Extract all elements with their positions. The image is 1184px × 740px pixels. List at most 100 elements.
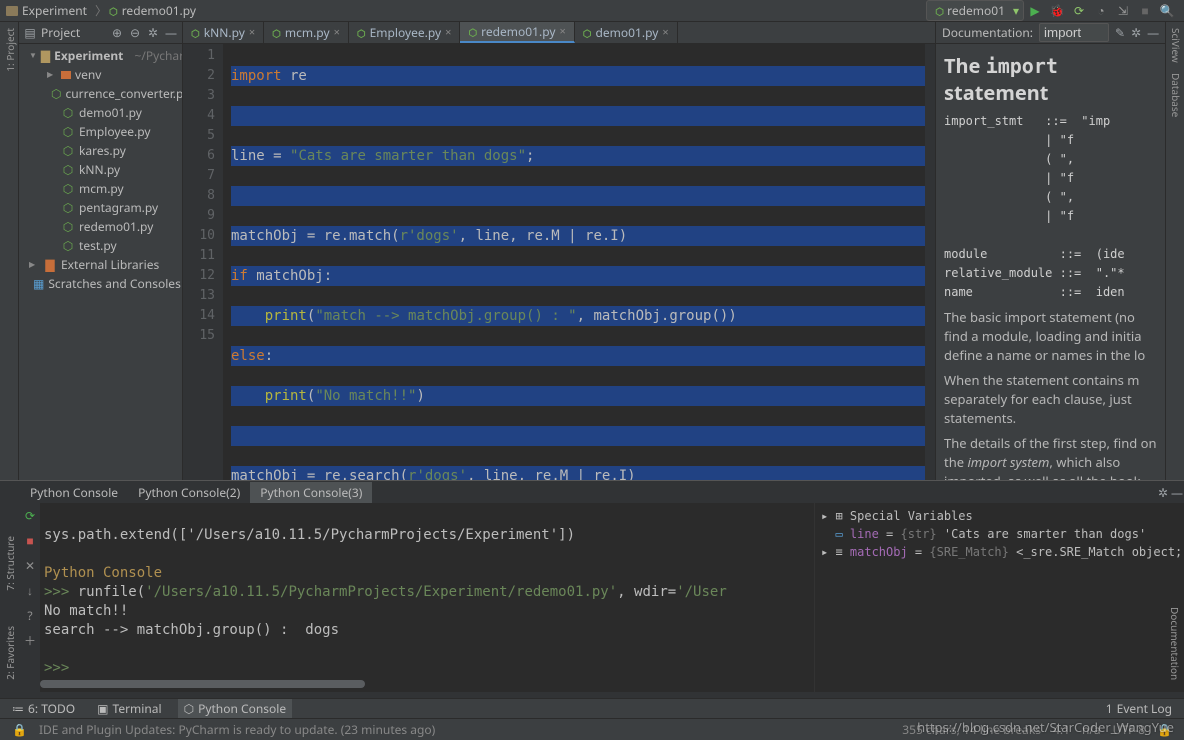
down-icon[interactable]: ↓ (27, 582, 33, 599)
tree-file[interactable]: ⬡test.py (19, 236, 182, 255)
project-tool[interactable]: 1: Project (3, 28, 17, 72)
expand-all-icon[interactable]: ⊕ (110, 24, 124, 41)
tree-file[interactable]: ⬡demo01.py (19, 103, 182, 122)
python-console-tool[interactable]: ⬡Python Console (178, 699, 293, 718)
settings-icon[interactable]: ✲ (146, 24, 160, 41)
tab-employee[interactable]: ⬡Employee.py× (349, 22, 461, 43)
event-log-tool[interactable]: 1Event Log (1100, 699, 1178, 718)
edit-icon[interactable]: ✎ (1115, 24, 1125, 41)
status-encoding[interactable]: UTF-8 (1113, 721, 1145, 738)
tree-item-label: pentagram.py (79, 199, 158, 216)
tree-file[interactable]: ⬡currence_converter.py (19, 84, 182, 103)
bottom-tool-strip: ≔6: TODO ▣Terminal ⬡Python Console 1Even… (0, 698, 1184, 718)
gear-icon[interactable]: ✲ (1156, 484, 1170, 501)
console-tab[interactable]: Python Console(2) (128, 482, 250, 503)
python-icon: ⬡ (272, 26, 281, 40)
code-token: matchObj = re.match( (231, 228, 400, 244)
documentation-tool[interactable]: Documentation (1168, 607, 1182, 680)
breadcrumb-file[interactable]: ⬡ redemo01.py (109, 2, 196, 19)
tab-mcm[interactable]: ⬡mcm.py× (264, 22, 349, 43)
tree-item-label: demo01.py (79, 104, 142, 121)
close-icon[interactable]: × (560, 24, 566, 39)
help-icon[interactable]: ? (27, 607, 32, 624)
tree-file[interactable]: ⬡pentagram.py (19, 198, 182, 217)
console-output[interactable]: sys.path.extend(['/Users/a10.11.5/Pychar… (40, 503, 814, 692)
console-tab[interactable]: Python Console (20, 482, 128, 503)
close-icon[interactable]: × (249, 25, 255, 40)
code-token: r'dogs' (400, 228, 459, 244)
tree-scratches[interactable]: ▦Scratches and Consoles (19, 274, 182, 293)
variables-pane[interactable]: ▸ ⊞ Special Variables ▭ line = {str} 'Ca… (814, 503, 1184, 692)
coverage-icon[interactable]: ⟳ (1071, 3, 1087, 19)
var-row[interactable]: ▭ line = {str} 'Cats are smarter than do… (821, 525, 1178, 543)
doc-title: The import statement (944, 52, 1157, 106)
scrollbar-track[interactable] (40, 680, 814, 690)
console-prompt[interactable]: >>> (44, 660, 78, 676)
close-icon[interactable]: ✕ (25, 557, 35, 574)
close-icon[interactable]: × (334, 25, 340, 40)
console-tab[interactable]: Python Console(3) (250, 482, 372, 503)
close-icon[interactable]: × (662, 25, 668, 40)
tree-file[interactable]: ⬡Employee.py (19, 122, 182, 141)
breadcrumb-root-label: Experiment (22, 2, 87, 19)
var-type: {str} (901, 527, 937, 541)
tree-venv[interactable]: ▶venv (19, 65, 182, 84)
documentation-pane[interactable]: The import statement import_stmt ::= "im… (935, 44, 1165, 480)
tree-file[interactable]: ⬡redemo01.py (19, 217, 182, 236)
hide-icon[interactable]: — (164, 24, 178, 41)
sciview-tool[interactable]: SciView (1169, 28, 1183, 63)
var-row[interactable]: ▸ ⊞ Special Variables (821, 507, 1178, 525)
tab-redemo01[interactable]: ⬡redemo01.py× (460, 22, 574, 43)
tab-demo01[interactable]: ⬡demo01.py× (575, 22, 678, 43)
console-panel: Python Console Python Console(2) Python … (0, 480, 1184, 698)
gear-icon[interactable]: ✲ (1131, 24, 1141, 41)
run-config-dropdown[interactable]: ⬡ redemo01 (926, 0, 1024, 21)
editor-scrollbar[interactable] (925, 44, 935, 480)
stop-icon[interactable]: ■ (26, 532, 33, 549)
tree-item-label: External Libraries (61, 256, 159, 273)
doc-search-input[interactable] (1039, 23, 1109, 42)
tree-file[interactable]: ⬡kares.py (19, 141, 182, 160)
database-tool[interactable]: Database (1169, 73, 1183, 117)
status-lock-icon[interactable]: 🔒 (12, 721, 27, 738)
stop-icon[interactable]: ■ (1137, 3, 1153, 19)
python-icon: ⬡ (583, 26, 592, 40)
collapse-all-icon[interactable]: ⊖ (128, 24, 142, 41)
tab-label: kNN.py (204, 24, 245, 41)
tree-root[interactable]: ▼▇Experiment ~/PycharmPro (19, 46, 182, 65)
var-row[interactable]: ▸ ≡ matchObj = {SRE_Match} <_sre.SRE_Mat… (821, 543, 1178, 561)
code-token: print (265, 308, 307, 324)
debug-icon[interactable]: 🐞 (1049, 3, 1065, 19)
project-tree[interactable]: ▼▇Experiment ~/PycharmPro ▶venv ⬡currenc… (19, 44, 183, 480)
right-tool-strip: SciView Database (1165, 22, 1184, 480)
structure-tool[interactable]: 7: Structure (3, 536, 17, 591)
todo-tool[interactable]: ≔6: TODO (6, 699, 81, 718)
breadcrumb-root[interactable]: Experiment (6, 2, 87, 19)
hide-icon[interactable]: — (1170, 484, 1184, 501)
code-body[interactable]: import re line = "Cats are smarter than … (223, 44, 935, 480)
doc-em: import system (967, 453, 1049, 471)
rerun-icon[interactable]: ⟳ (25, 507, 35, 524)
code-token: , line, re.M | re.I) (467, 468, 636, 480)
tree-file[interactable]: ⬡mcm.py (19, 179, 182, 198)
hide-icon[interactable]: — (1147, 24, 1159, 41)
terminal-tool[interactable]: ▣Terminal (91, 699, 167, 718)
scrollbar-thumb[interactable] (40, 680, 365, 688)
profile-icon[interactable]: ◔ (1093, 3, 1109, 19)
new-console-icon[interactable]: ＋ (24, 632, 36, 649)
tab-knn[interactable]: ⬡kNN.py× (183, 22, 264, 43)
search-everywhere-icon[interactable]: 🔍 (1159, 3, 1175, 19)
project-view-icon[interactable]: ▤ (23, 24, 37, 41)
favorites-tool[interactable]: 2: Favorites (3, 626, 17, 680)
code-token: ) (416, 388, 424, 404)
status-lock-right-icon[interactable]: 🔒 (1157, 721, 1172, 738)
code-editor[interactable]: 1 2 3 4 5 6 7 8 9 10 11 12 13 14 15 impo… (183, 44, 935, 480)
close-icon[interactable]: × (445, 25, 451, 40)
console-line: sys.path.extend(['/Users/a10.11.5/Pychar… (44, 527, 575, 543)
attach-icon[interactable]: ⇲ (1115, 3, 1131, 19)
python-icon: ⬡ (51, 85, 61, 102)
folder-icon (6, 6, 18, 16)
tree-file[interactable]: ⬡kNN.py (19, 160, 182, 179)
run-icon[interactable]: ▶ (1027, 3, 1043, 19)
tree-ext-lib[interactable]: ▶▇External Libraries (19, 255, 182, 274)
